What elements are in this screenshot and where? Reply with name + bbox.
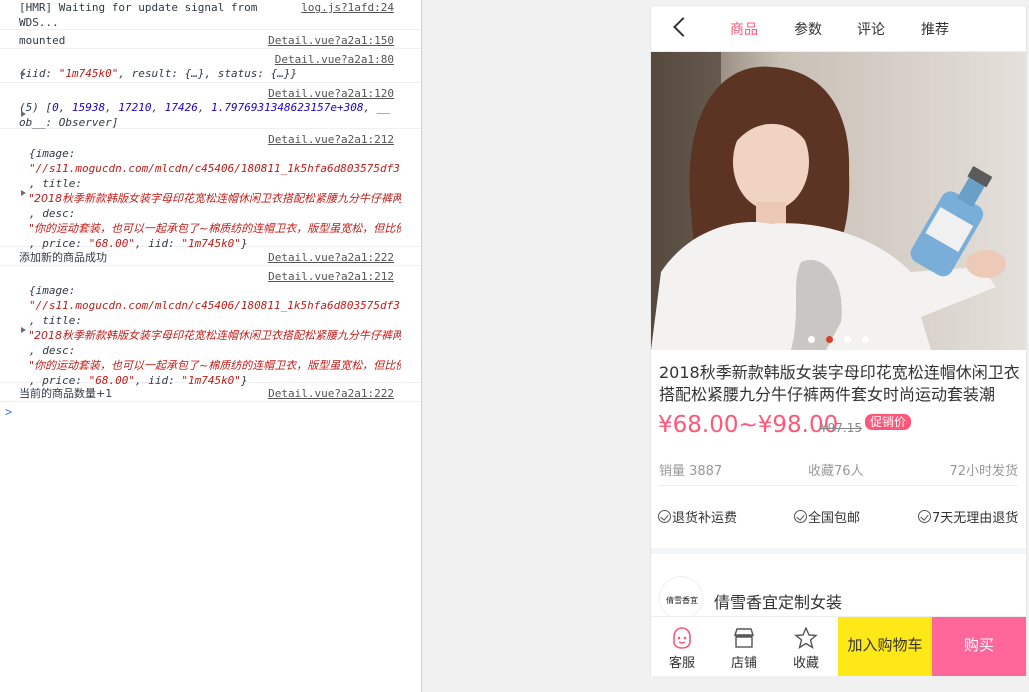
console-source-link[interactable]: Detail.vue?a2a1:222: [268, 250, 394, 265]
store-button[interactable]: 店铺: [713, 617, 775, 676]
section-divider: [651, 548, 1026, 554]
console-source-link[interactable]: Detail.vue?a2a1:222: [268, 386, 394, 401]
check-circle-icon: [918, 510, 931, 523]
product-title: 2018秋季新款韩版女装字母印花宽松连帽休闲卫衣搭配松紧腰九分牛仔裤两件套女时尚…: [659, 363, 1020, 404]
console-source-link[interactable]: Detail.vue?a2a1:212: [268, 132, 394, 147]
favorite-count: 收藏76人: [808, 464, 864, 479]
mobile-viewport: 商品 参数 评论 推荐 2018秋季新款韩版女装字母印花宽松连帽休闲卫衣搭配松紧…: [650, 7, 1027, 676]
expand-triangle-icon[interactable]: [21, 190, 26, 196]
product-old-price: ¥97.15: [820, 421, 862, 435]
console-row: Detail.vue?a2a1:120 (5) [0, 15938, 17210…: [0, 83, 421, 129]
tab-recommend[interactable]: 推荐: [921, 19, 949, 39]
buy-button[interactable]: 购买: [932, 617, 1026, 676]
shop-name[interactable]: 倩雪香宜定制女装: [714, 589, 842, 613]
console-row: Detail.vue?a2a1:80 {iid: "1m745k0", resu…: [0, 49, 421, 83]
devtools-console: [HMR] Waiting for update signal from WDS…: [0, 0, 422, 692]
collect-button[interactable]: 收藏: [775, 617, 837, 676]
expand-triangle-icon[interactable]: [21, 71, 26, 77]
console-row: [HMR] Waiting for update signal from WDS…: [0, 0, 421, 30]
detail-navbar: 商品 参数 评论 推荐: [651, 7, 1026, 52]
carousel-dot[interactable]: [844, 336, 851, 343]
product-stats: 销量 3887 收藏76人 72小时发货: [659, 460, 1018, 479]
service-item: 7天无理由退货: [918, 507, 1018, 526]
console-source-link[interactable]: Detail.vue?a2a1:80: [275, 52, 394, 67]
tab-goods[interactable]: 商品: [730, 19, 758, 39]
back-arrow-icon[interactable]: [673, 17, 693, 37]
console-row: Detail.vue?a2a1:212 {image: "//s11.moguc…: [0, 266, 421, 387]
carousel-dot[interactable]: [808, 336, 815, 343]
promo-badge: 促销价: [865, 414, 912, 430]
sales-count: 销量 3887: [659, 464, 723, 479]
expand-triangle-icon[interactable]: [21, 327, 26, 333]
console-source-link[interactable]: Detail.vue?a2a1:212: [268, 269, 394, 284]
console-source-link[interactable]: Detail.vue?a2a1:120: [268, 86, 394, 101]
product-price: ¥68.00~¥98.00: [658, 412, 839, 438]
console-row: 当前的商品数量+1 Detail.vue?a2a1:222: [0, 383, 421, 402]
console-source-link[interactable]: Detail.vue?a2a1:150: [268, 33, 394, 48]
console-object[interactable]: {image: "//s11.mogucdn.com/mlcdn/c45406/…: [19, 269, 401, 388]
divider: [659, 485, 1018, 486]
add-to-cart-button[interactable]: 加入购物车: [838, 617, 932, 676]
check-circle-icon: [658, 510, 671, 523]
carousel-dot[interactable]: [862, 336, 869, 343]
console-row: Detail.vue?a2a1:212 {image: "//s11.moguc…: [0, 129, 421, 250]
carousel-dot-active[interactable]: [826, 336, 833, 343]
console-row: 添加新的商品成功 Detail.vue?a2a1:222: [0, 247, 421, 266]
expand-triangle-icon[interactable]: [21, 111, 26, 117]
service-item: 退货补运费: [658, 507, 737, 526]
shop-logo[interactable]: 倩雪香宜: [659, 576, 703, 620]
product-photo: [651, 52, 1026, 350]
store-icon: [734, 628, 754, 648]
shipping-time: 72小时发货: [949, 464, 1018, 479]
tab-params[interactable]: 参数: [794, 19, 822, 39]
console-row: mounted Detail.vue?a2a1:150: [0, 30, 421, 49]
console-source-link[interactable]: log.js?1afd:24: [301, 0, 394, 15]
star-icon: [794, 627, 818, 649]
product-image-carousel[interactable]: [651, 52, 1026, 350]
tab-comments[interactable]: 评论: [857, 19, 885, 39]
console-object[interactable]: {image: "//s11.mogucdn.com/mlcdn/c45406/…: [19, 132, 401, 251]
service-icon: [673, 627, 691, 649]
bottom-action-bar: 客服 店铺 收藏 加入购物车 购买: [651, 616, 1026, 676]
customer-service-button[interactable]: 客服: [651, 617, 713, 676]
check-circle-icon: [794, 510, 807, 523]
svg-text:倩雪香宜: 倩雪香宜: [666, 595, 698, 605]
service-item: 全国包邮: [794, 507, 860, 526]
console-array-cont: ob__: Observer]: [19, 116, 119, 129]
console-prompt[interactable]: >: [5, 405, 12, 419]
